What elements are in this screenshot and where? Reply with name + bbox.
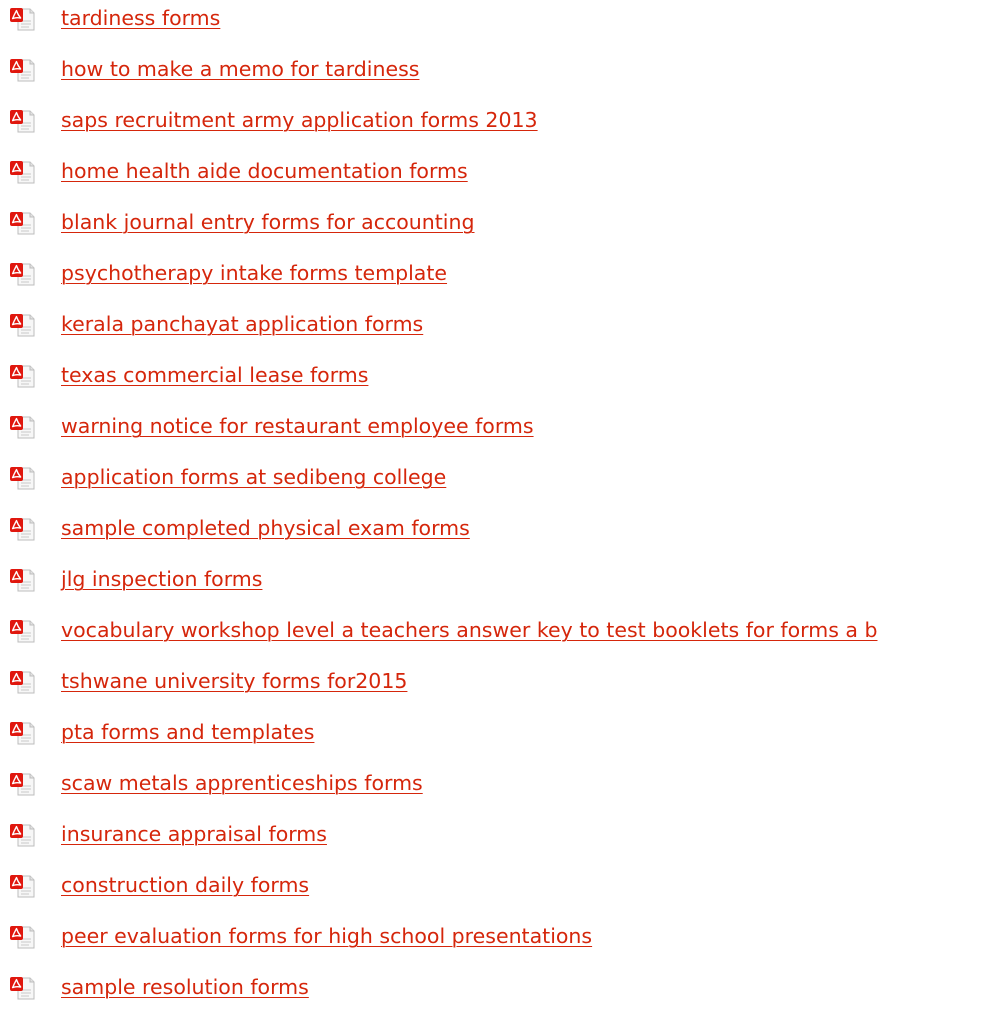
- pdf-file-icon: [9, 976, 35, 1000]
- list-item: vocabulary workshop level a teachers ans…: [0, 612, 994, 652]
- list-item: blank journal entry forms for accounting: [0, 204, 994, 244]
- list-item: texas commercial lease forms: [0, 357, 994, 397]
- document-link[interactable]: pta forms and templates: [61, 718, 314, 746]
- document-link[interactable]: sample completed physical exam forms: [61, 514, 470, 542]
- pdf-file-icon: [9, 160, 35, 184]
- list-item: kerala panchayat application forms: [0, 306, 994, 346]
- document-link[interactable]: sample resolution forms: [61, 973, 309, 1001]
- document-link[interactable]: texas commercial lease forms: [61, 361, 368, 389]
- document-link[interactable]: blank journal entry forms for accounting: [61, 208, 475, 236]
- document-link[interactable]: construction daily forms: [61, 871, 309, 899]
- document-link[interactable]: psychotherapy intake forms template: [61, 259, 447, 287]
- list-item: psychotherapy intake forms template: [0, 255, 994, 295]
- document-link[interactable]: tardiness forms: [61, 4, 220, 32]
- document-link[interactable]: warning notice for restaurant employee f…: [61, 412, 534, 440]
- pdf-file-icon: [9, 568, 35, 592]
- list-item: scaw metals apprenticeships forms: [0, 765, 994, 805]
- pdf-file-icon: [9, 925, 35, 949]
- list-item: insurance appraisal forms: [0, 816, 994, 856]
- list-item: tshwane university forms for2015: [0, 663, 994, 703]
- pdf-file-icon: [9, 823, 35, 847]
- list-item: warning notice for restaurant employee f…: [0, 408, 994, 448]
- list-item: construction daily forms: [0, 867, 994, 907]
- pdf-file-icon: [9, 7, 35, 31]
- list-item: how to make a memo for tardiness: [0, 51, 994, 91]
- pdf-file-icon: [9, 721, 35, 745]
- list-item: sample completed physical exam forms: [0, 510, 994, 550]
- list-item: sample resolution forms: [0, 969, 994, 1009]
- list-item: tardiness forms: [0, 0, 994, 40]
- document-link[interactable]: jlg inspection forms: [61, 565, 262, 593]
- pdf-file-icon: [9, 364, 35, 388]
- pdf-file-icon: [9, 670, 35, 694]
- pdf-file-icon: [9, 211, 35, 235]
- pdf-file-icon: [9, 517, 35, 541]
- document-link[interactable]: saps recruitment army application forms …: [61, 106, 538, 134]
- list-item: peer evaluation forms for high school pr…: [0, 918, 994, 958]
- document-link[interactable]: insurance appraisal forms: [61, 820, 327, 848]
- pdf-file-icon: [9, 58, 35, 82]
- document-link[interactable]: vocabulary workshop level a teachers ans…: [61, 616, 878, 644]
- pdf-file-icon: [9, 415, 35, 439]
- list-item: jlg inspection forms: [0, 561, 994, 601]
- pdf-file-icon: [9, 874, 35, 898]
- document-link[interactable]: how to make a memo for tardiness: [61, 55, 419, 83]
- document-link[interactable]: tshwane university forms for2015: [61, 667, 407, 695]
- list-item: application forms at sedibeng college: [0, 459, 994, 499]
- pdf-file-icon: [9, 313, 35, 337]
- list-item: pta forms and templates: [0, 714, 994, 754]
- pdf-file-icon: [9, 772, 35, 796]
- document-link[interactable]: peer evaluation forms for high school pr…: [61, 922, 592, 950]
- pdf-file-icon: [9, 466, 35, 490]
- list-item: saps recruitment army application forms …: [0, 102, 994, 142]
- document-link[interactable]: application forms at sedibeng college: [61, 463, 446, 491]
- pdf-file-icon: [9, 262, 35, 286]
- document-link[interactable]: home health aide documentation forms: [61, 157, 468, 185]
- document-link[interactable]: scaw metals apprenticeships forms: [61, 769, 423, 797]
- pdf-file-icon: [9, 109, 35, 133]
- pdf-file-icon: [9, 619, 35, 643]
- list-item: home health aide documentation forms: [0, 153, 994, 193]
- document-link[interactable]: kerala panchayat application forms: [61, 310, 423, 338]
